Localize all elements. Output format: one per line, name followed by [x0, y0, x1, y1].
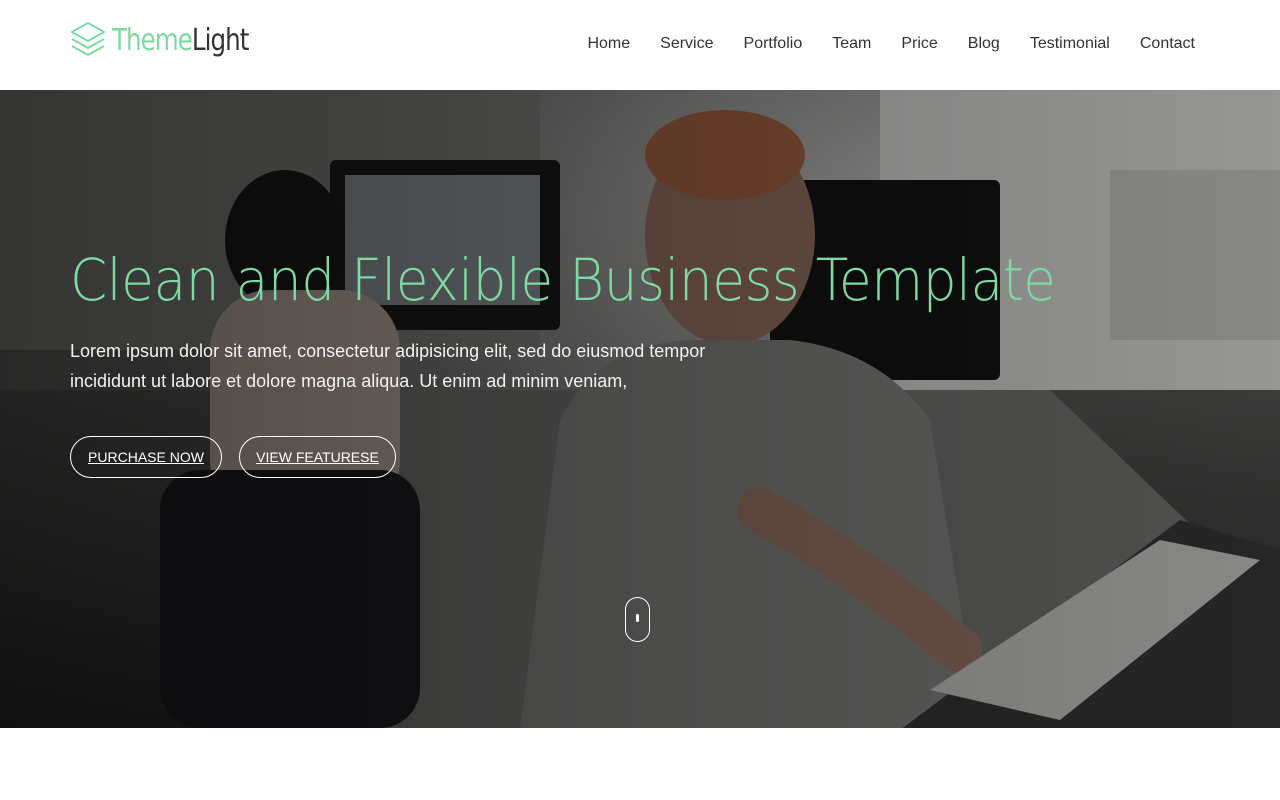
logo-text: ThemeLight [112, 22, 249, 58]
nav-item-portfolio[interactable]: Portfolio [744, 34, 803, 54]
stacked-layers-icon [71, 22, 105, 56]
nav-item-testimonial[interactable]: Testimonial [1030, 34, 1110, 54]
nav-item-home[interactable]: Home [587, 34, 630, 54]
mouse-scroll-icon[interactable] [625, 597, 650, 642]
nav-item-blog[interactable]: Blog [968, 34, 1000, 54]
purchase-now-button[interactable]: PURCHASE NOW [70, 436, 222, 478]
main-nav: Home Service Portfolio Team Price Blog T… [587, 34, 1195, 54]
hero-section: Clean and Flexible Business Template Lor… [0, 90, 1280, 728]
hero-title: Clean and Flexible Business Template [70, 246, 1056, 314]
nav-item-price[interactable]: Price [901, 34, 937, 54]
logo-text-part2: Light [191, 22, 249, 58]
site-header: ThemeLight Home Service Portfolio Team P… [0, 0, 1280, 90]
site-logo[interactable]: ThemeLight [70, 18, 278, 62]
nav-item-team[interactable]: Team [832, 34, 871, 54]
scroll-wheel-indicator [636, 614, 639, 622]
nav-item-contact[interactable]: Contact [1140, 34, 1195, 54]
hero-description: Lorem ipsum dolor sit amet, consectetur … [70, 341, 706, 391]
logo-text-part1: Theme [112, 22, 193, 58]
nav-item-service[interactable]: Service [660, 34, 713, 54]
view-features-button[interactable]: VIEW FEATURESE [239, 436, 396, 478]
